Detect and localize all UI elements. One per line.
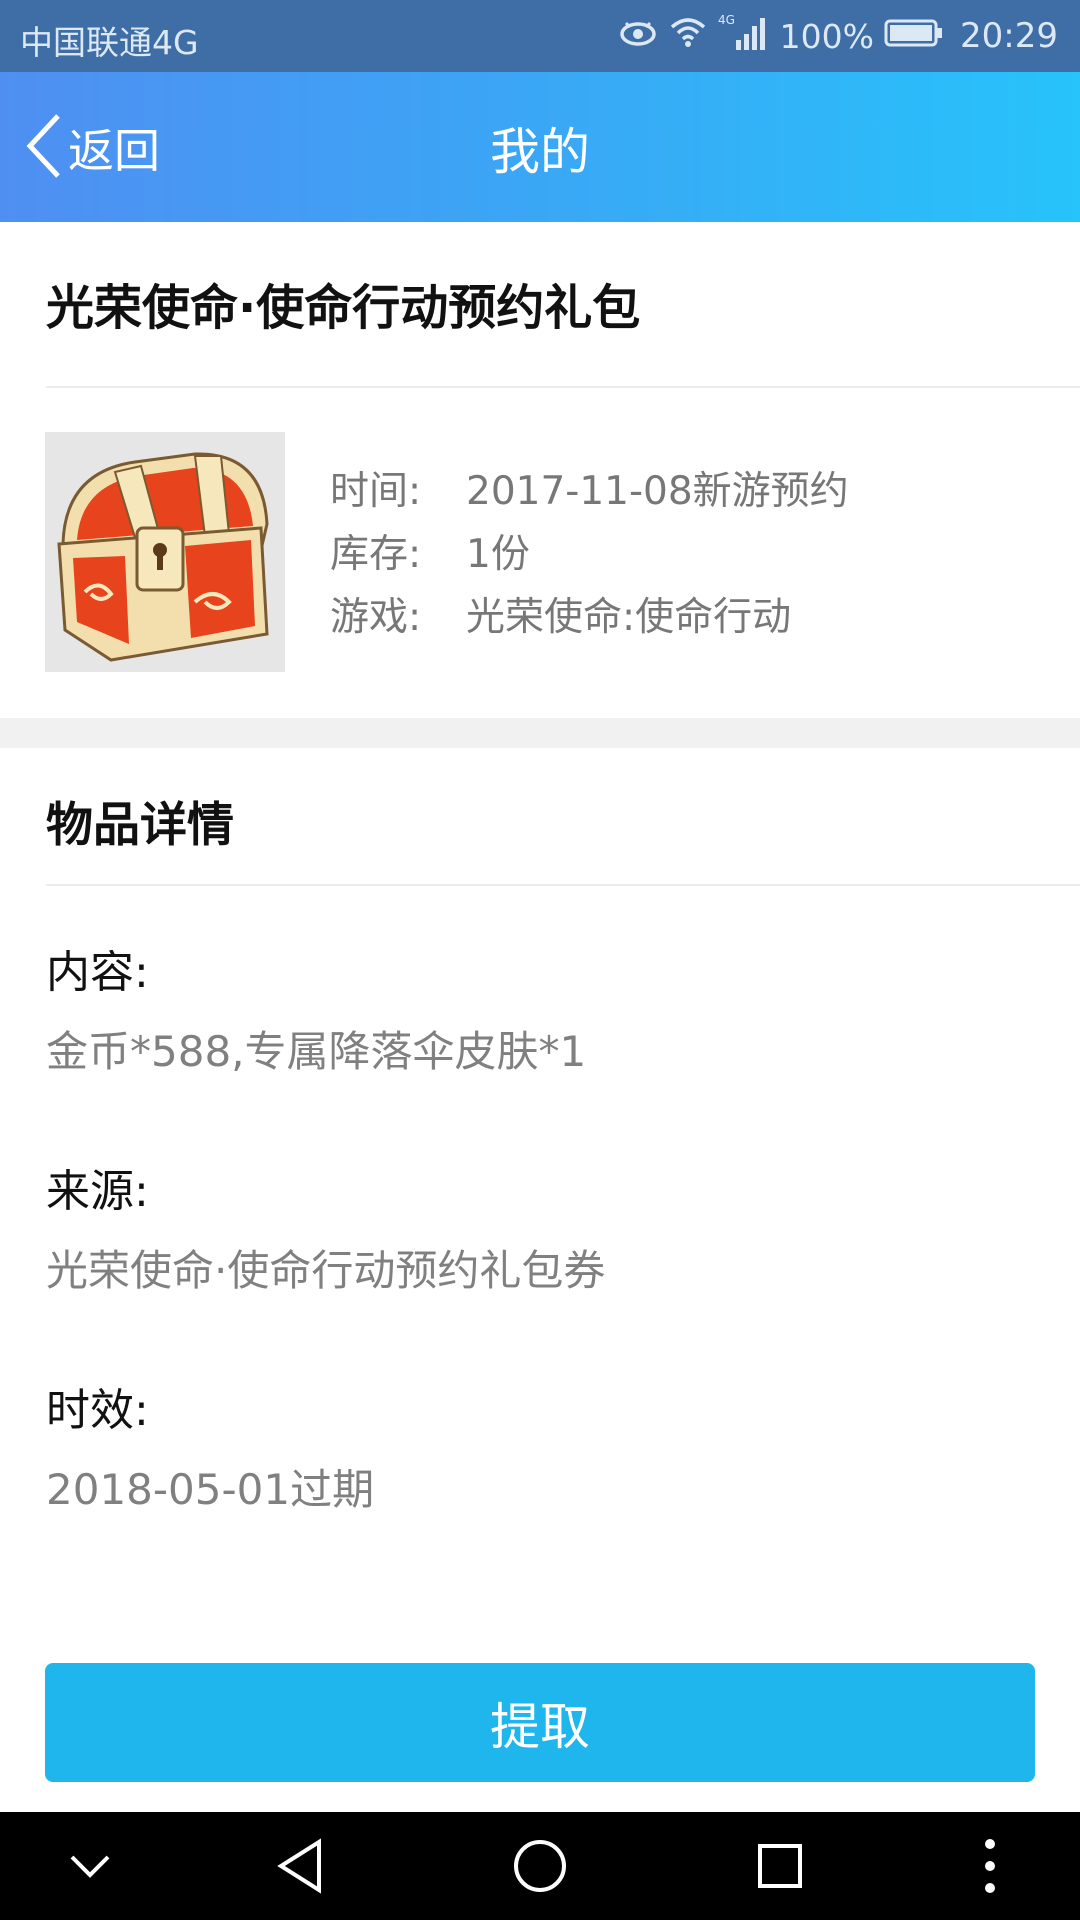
more-vert-icon[interactable]: [950, 1830, 1030, 1902]
content-block: 内容: 金币*588,专属降落伞皮肤*1: [46, 936, 586, 1079]
status-bar: 中国联通4G 4G 100% 20:29: [0, 0, 1080, 72]
nav-bar: 返回 我的: [0, 72, 1080, 222]
system-nav-bar: [0, 1812, 1080, 1920]
info-value: 2017-11-08新游预约: [466, 469, 849, 514]
treasure-chest-icon: [45, 432, 285, 672]
source-block: 来源: 光荣使命·使命行动预约礼包券: [46, 1155, 605, 1298]
battery-percent: 100%: [779, 16, 875, 56]
details-title: 物品详情: [46, 798, 234, 853]
gift-info: 时间: 2017-11-08新游预约 库存: 1份 游戏: 光荣使命:使命行动: [330, 460, 849, 649]
back-triangle-icon[interactable]: [260, 1830, 340, 1902]
claim-button[interactable]: 提取: [45, 1663, 1035, 1782]
section-separator: [0, 718, 1080, 748]
carrier-label: 中国联通4G: [20, 23, 199, 62]
validity-block: 时效: 2018-05-01过期: [46, 1374, 374, 1517]
content-label: 内容:: [46, 947, 149, 998]
info-label: 库存:: [330, 532, 422, 577]
info-label: 游戏:: [330, 595, 422, 640]
info-row-game: 游戏: 光荣使命:使命行动: [330, 586, 849, 649]
clock: 20:29: [960, 16, 1058, 56]
wifi-icon: [668, 15, 708, 57]
info-row-time: 时间: 2017-11-08新游预约: [330, 460, 849, 523]
content-value: 金币*588,专属降落伞皮肤*1: [46, 1027, 587, 1076]
validity-value: 2018-05-01过期: [46, 1465, 375, 1514]
chevron-down-icon[interactable]: [50, 1830, 130, 1902]
battery-icon: [884, 17, 944, 56]
info-value: 光荣使命:使命行动: [466, 595, 792, 640]
validity-label: 时效:: [46, 1385, 149, 1436]
recents-square-icon[interactable]: [740, 1830, 820, 1902]
info-value: 1份: [466, 532, 530, 577]
info-label: 时间:: [330, 469, 422, 514]
status-icons: 4G 100% 20:29: [618, 12, 1058, 60]
source-value: 光荣使命·使命行动预约礼包券: [46, 1246, 606, 1295]
eye-icon: [618, 17, 658, 56]
source-label: 来源:: [46, 1166, 149, 1217]
page-title: 我的: [490, 123, 590, 181]
gift-title: 光荣使命·使命行动预约礼包: [46, 280, 641, 336]
signal-4g-icon: 4G: [718, 12, 770, 60]
divider: [46, 386, 1080, 388]
svg-text:4G: 4G: [718, 13, 735, 27]
home-circle-icon[interactable]: [500, 1830, 580, 1902]
info-row-stock: 库存: 1份: [330, 523, 849, 586]
divider: [46, 884, 1080, 886]
